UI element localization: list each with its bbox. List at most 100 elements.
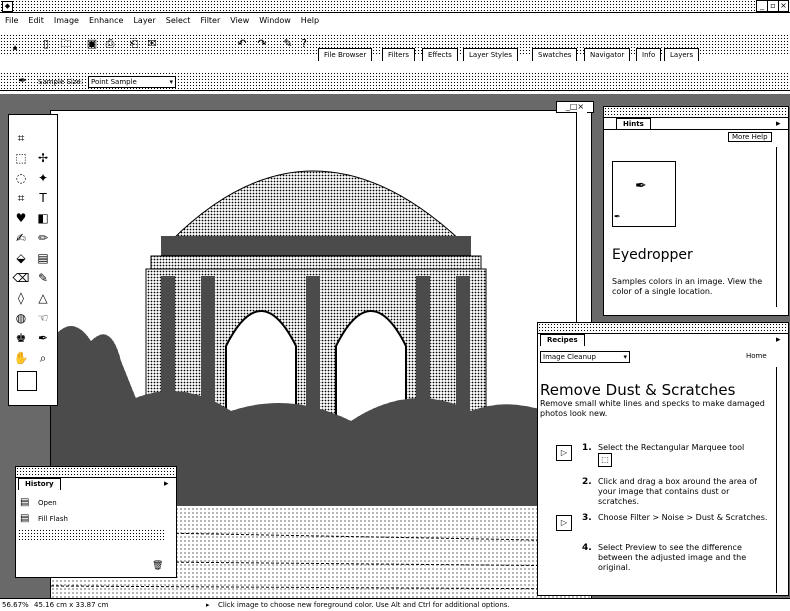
tab-layer-styles[interactable]: Layer Styles xyxy=(463,48,518,61)
print-preview-icon[interactable]: ⎗ xyxy=(128,38,140,50)
save-icon[interactable]: ▣ xyxy=(86,38,98,50)
hint-title: Eyedropper xyxy=(612,247,693,263)
history-item-fill-flash[interactable]: Fill Flash xyxy=(38,515,68,523)
red-eye-tool-icon[interactable]: ♥ xyxy=(12,209,30,227)
menu-edit[interactable]: Edit xyxy=(23,14,49,28)
sharpen-tool-icon[interactable]: △ xyxy=(34,289,52,307)
menu-image[interactable]: Image xyxy=(49,14,84,28)
history-titlebar[interactable] xyxy=(16,467,176,478)
type-tool-icon[interactable]: T xyxy=(34,189,52,207)
brush-tool-icon[interactable]: ✍ xyxy=(12,229,30,247)
trash-icon[interactable]: 🗑 xyxy=(152,561,163,571)
image-window-controls[interactable]: _□× xyxy=(556,101,594,113)
step-4-text: Select Preview to see the difference bet… xyxy=(598,543,747,572)
adobe-logo-icon: ▲ xyxy=(12,44,18,51)
history-selected-row xyxy=(18,529,164,541)
undo-icon[interactable]: ↶ xyxy=(236,38,248,50)
menu-filter[interactable]: Filter xyxy=(195,14,225,28)
recipe-category-select[interactable]: Image Cleanup ▾ xyxy=(540,351,630,363)
zoom-level: 56.67% xyxy=(2,601,29,609)
tab-navigator[interactable]: Navigator xyxy=(584,48,631,61)
tab-layers[interactable]: Layers xyxy=(664,48,700,61)
zoom-preview-icon: ⌗ xyxy=(17,131,25,145)
close-button[interactable]: × xyxy=(778,0,789,12)
sponge-tool-icon[interactable]: ◍ xyxy=(12,309,30,327)
step-2-number: 2. xyxy=(582,477,592,487)
eyedropper-illustration-icon: ✒ xyxy=(635,178,647,194)
tab-swatches[interactable]: Swatches xyxy=(532,48,578,61)
history-menu-icon[interactable]: ▸ xyxy=(164,479,169,489)
history-fill-flash-icon: ▤ xyxy=(20,513,30,524)
recipes-tab[interactable]: Recipes xyxy=(540,334,585,346)
marquee-tool-icon[interactable]: ⬚ xyxy=(12,149,30,167)
redo-icon[interactable]: ↷ xyxy=(256,38,268,50)
tab-filters[interactable]: Filters xyxy=(382,48,415,61)
menu-window[interactable]: Window xyxy=(254,14,296,28)
print-icon[interactable]: ⎙ xyxy=(104,38,116,50)
smudge-tool-icon[interactable]: ☜ xyxy=(34,309,52,327)
hints-divider xyxy=(604,129,788,130)
step-2-text: Click and drag a box around the area of … xyxy=(598,477,757,506)
recipes-palette: Recipes ▸ Image Cleanup ▾ Home Remove Dus… xyxy=(537,322,789,596)
step-4-number: 4. xyxy=(582,543,592,553)
new-file-icon[interactable]: ▯ xyxy=(40,38,52,50)
blur-tool-icon[interactable]: ◊ xyxy=(12,289,30,307)
recipes-titlebar[interactable] xyxy=(538,323,788,334)
open-folder-icon[interactable]: 🗀 xyxy=(60,38,72,50)
tab-info[interactable]: Info xyxy=(636,48,662,61)
toolbox: ⌗ ⬚ ✢ ◌ ✦ ⌗ T ♥ ◧ ✍ ✏ ⬙ ▤ ⌫ ✎ ◊ △ ◍ ☜ ♚ … xyxy=(8,114,58,406)
pencil-tool-icon[interactable]: ✏ xyxy=(34,229,52,247)
history-item-open[interactable]: Open xyxy=(38,499,57,507)
tab-effects[interactable]: Effects xyxy=(422,48,458,61)
toolbox-titlebar[interactable] xyxy=(9,115,57,123)
cookie-cutter-tool-icon[interactable]: ◧ xyxy=(34,209,52,227)
zoom-tool-icon[interactable]: ⌕ xyxy=(34,349,52,367)
step-1-number: 1. xyxy=(582,443,592,453)
crop-tool-icon[interactable]: ⌗ xyxy=(12,189,30,207)
rectangular-marquee-icon: ⬚ xyxy=(598,453,612,467)
history-open-icon: ▤ xyxy=(20,497,30,508)
attach-email-icon[interactable]: ✉ xyxy=(146,38,158,50)
recipes-scrollbar[interactable] xyxy=(776,367,787,593)
sample-size-select[interactable]: Point Sample xyxy=(88,76,176,88)
paint-bucket-tool-icon[interactable]: ⬙ xyxy=(12,249,30,267)
impressionist-brush-icon[interactable]: ✎ xyxy=(34,269,52,287)
menu-select[interactable]: Select xyxy=(161,14,196,28)
step-3-number: 3. xyxy=(582,513,592,523)
foreground-color-swatch[interactable] xyxy=(17,371,37,391)
status-arrow-icon[interactable]: ▸ xyxy=(206,599,210,611)
step-1-text: Select the Rectangular Marquee tool xyxy=(598,443,745,452)
recipe-subtitle: Remove small white lines and specks to m… xyxy=(540,399,765,418)
history-tab[interactable]: History xyxy=(18,478,61,490)
step-3-do-it-button[interactable]: ▷ xyxy=(556,515,572,531)
move-tool-icon[interactable]: ✢ xyxy=(34,149,52,167)
hand-tool-icon[interactable]: ✋ xyxy=(12,349,30,367)
menu-file[interactable]: File xyxy=(0,14,23,28)
lasso-tool-icon[interactable]: ◌ xyxy=(12,169,30,187)
hints-titlebar[interactable] xyxy=(604,107,788,118)
step-1-do-it-button[interactable]: ▷ xyxy=(556,445,572,461)
menu-enhance[interactable]: Enhance xyxy=(84,14,129,28)
sample-size-value: Point Sample xyxy=(91,78,137,86)
tab-file-browser[interactable]: File Browser xyxy=(318,48,373,61)
more-help-button[interactable]: More Help xyxy=(728,132,772,142)
help-icon[interactable]: ? xyxy=(298,38,310,50)
recipes-home-link[interactable]: Home xyxy=(746,352,767,360)
document-size: 45.16 cm x 33.87 cm xyxy=(34,601,109,609)
recipes-menu-icon[interactable]: ▸ xyxy=(776,335,781,345)
gradient-tool-icon[interactable]: ▤ xyxy=(34,249,52,267)
step-backward-icon[interactable]: ✎ xyxy=(282,38,294,50)
menu-view[interactable]: View xyxy=(225,14,254,28)
status-hint: Click image to choose new foreground col… xyxy=(218,601,510,609)
menu-help[interactable]: Help xyxy=(296,14,324,28)
hints-scrollbar[interactable] xyxy=(776,147,787,307)
eraser-tool-icon[interactable]: ⌫ xyxy=(12,269,30,287)
eyedropper-tool-icon: ✒ xyxy=(18,74,28,87)
hints-menu-icon[interactable]: ▸ xyxy=(776,119,781,129)
clone-stamp-tool-icon[interactable]: ♚ xyxy=(12,329,30,347)
magic-wand-tool-icon[interactable]: ✦ xyxy=(34,169,52,187)
hint-description: Samples colors in an image. View the col… xyxy=(612,277,763,296)
menu-layer[interactable]: Layer xyxy=(128,14,160,28)
eyedropper-tool-button[interactable]: ✒ xyxy=(34,329,52,347)
menu-bar: File Edit Image Enhance Layer Select Fil… xyxy=(0,14,790,28)
